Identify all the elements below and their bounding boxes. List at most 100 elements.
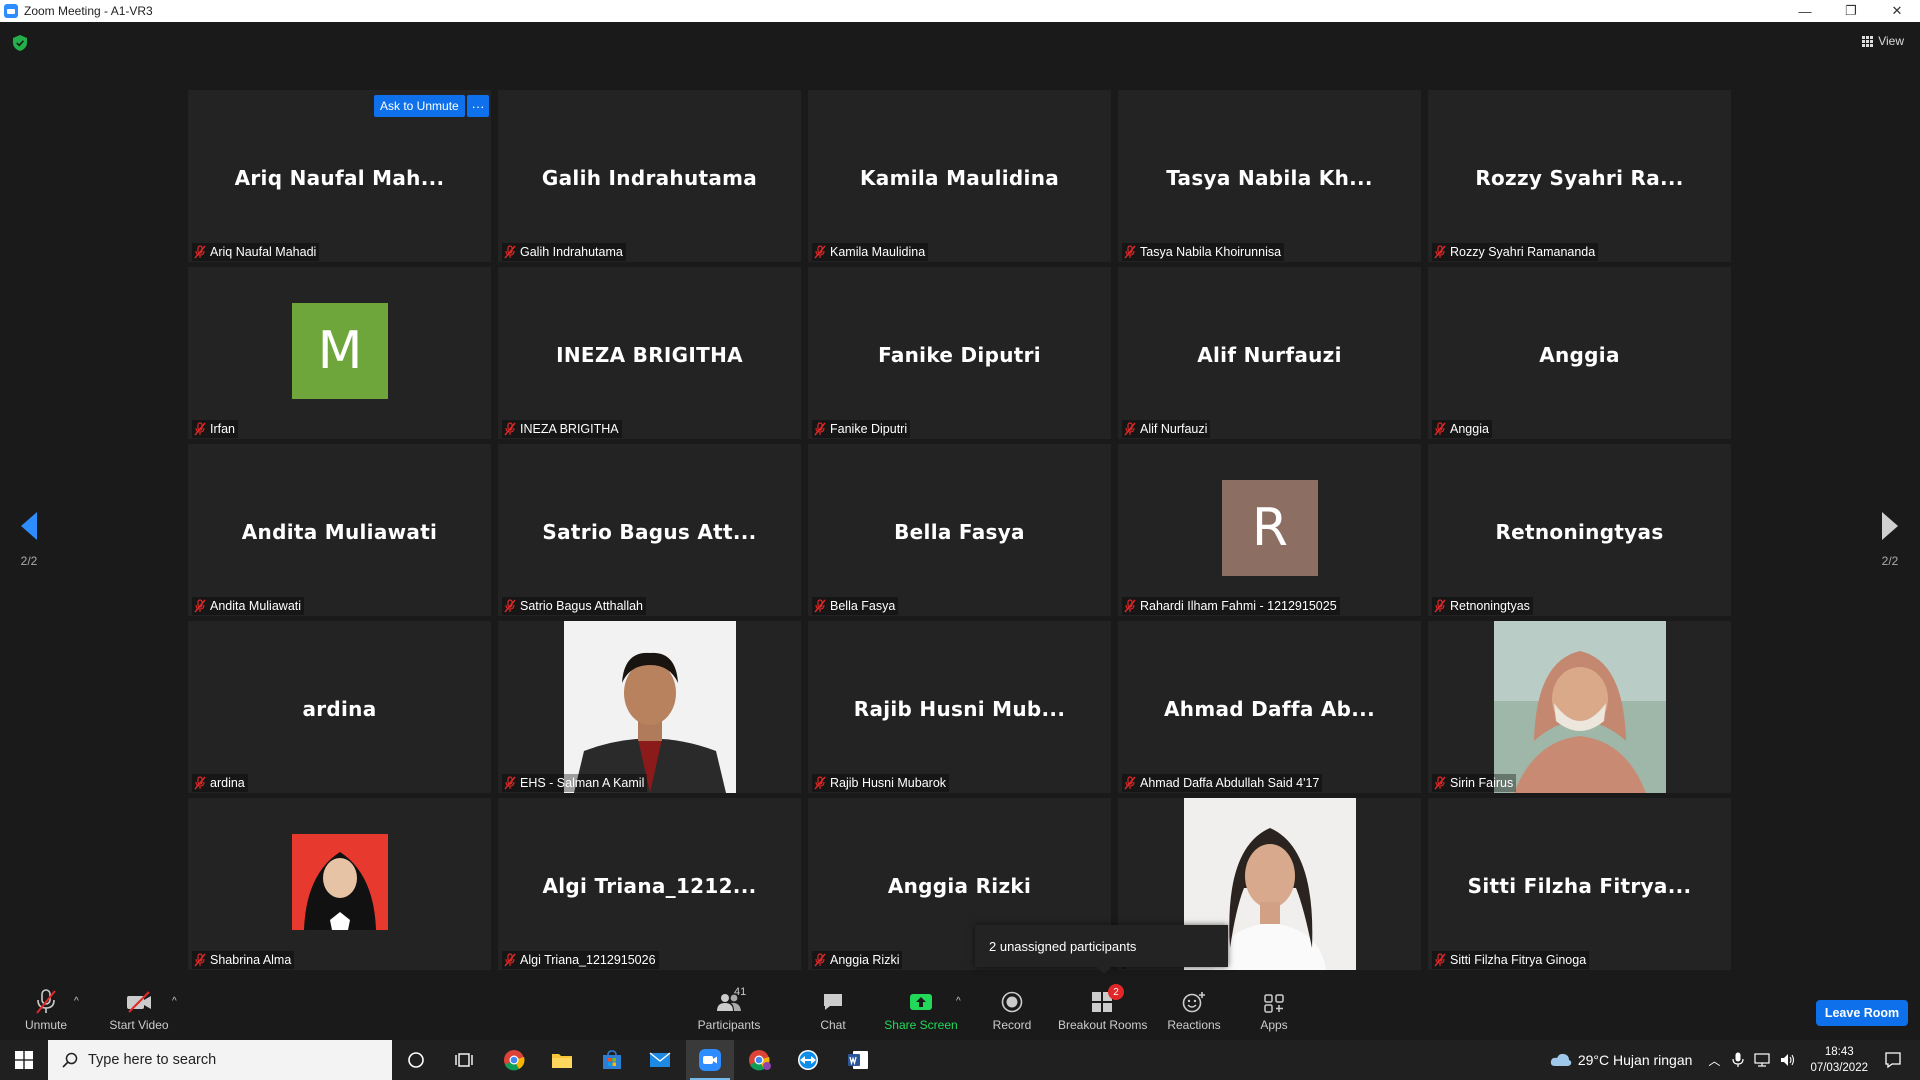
mail-icon[interactable]: [636, 1040, 684, 1080]
leave-room-button[interactable]: Leave Room: [1816, 1000, 1908, 1026]
participant-name: Rozzy Syahri Ramananda: [1450, 245, 1596, 259]
participant-name: Andita Muliawati: [210, 599, 302, 613]
chrome-icon[interactable]: [490, 1040, 538, 1080]
participant-tile[interactable]: Andita Muliawati Andita Muliawati: [188, 444, 491, 616]
reactions-button[interactable]: Reactions: [1164, 988, 1224, 1032]
participant-tile[interactable]: Sirin Fairus: [1428, 621, 1731, 793]
task-view-icon[interactable]: [440, 1040, 488, 1080]
more-options-button[interactable]: ···: [467, 95, 489, 117]
participant-tile[interactable]: INEZA BRIGITHA INEZA BRIGITHA: [498, 267, 801, 439]
start-button[interactable]: [0, 1040, 48, 1080]
word-icon[interactable]: [834, 1040, 882, 1080]
unmute-button[interactable]: Unmute: [18, 988, 74, 1032]
participant-name-label: Anggia: [1432, 420, 1492, 438]
participant-tile[interactable]: Fanike Diputri Fanike Diputri: [808, 267, 1111, 439]
reactions-label: Reactions: [1167, 1018, 1221, 1032]
gallery-view: Ariq Naufal Mah... Ariq Naufal Mahadi Ga…: [188, 90, 1733, 972]
share-screen-button[interactable]: Share Screen: [884, 988, 958, 1032]
participant-tile[interactable]: Tasya Nabila Kh... Tasya Nabila Khoirunn…: [1118, 90, 1421, 262]
view-button[interactable]: View: [1862, 34, 1904, 48]
arrow-right-icon: [1882, 512, 1898, 540]
breakout-rooms-label: Breakout Rooms: [1058, 1018, 1148, 1032]
shield-icon[interactable]: [13, 35, 27, 51]
muted-mic-icon: [504, 953, 516, 967]
participant-name-label: Bella Fasya: [812, 597, 899, 615]
minimize-button[interactable]: —: [1782, 0, 1828, 22]
zoom-app-icon: [4, 4, 18, 18]
chat-button[interactable]: Chat: [808, 988, 858, 1032]
participant-tile[interactable]: R Rahardi Ilham Fahmi - 1212915025: [1118, 444, 1421, 616]
participant-name: Sitti Filzha Fitrya Ginoga: [1450, 953, 1587, 967]
participant-display-name: Algi Triana_1212...: [542, 874, 757, 898]
teamviewer-icon[interactable]: [784, 1040, 832, 1080]
start-video-button[interactable]: Start Video: [104, 988, 174, 1032]
chevron-up-icon[interactable]: ︿: [1708, 1052, 1720, 1069]
participant-name: Rahardi Ilham Fahmi - 1212915025: [1140, 599, 1337, 613]
notification-icon[interactable]: [1884, 1051, 1902, 1069]
speaker-icon[interactable]: [1780, 1053, 1796, 1067]
participants-count: 41: [734, 986, 747, 998]
participant-tile[interactable]: Ahmad Daffa Ab... Ahmad Daffa Abdullah S…: [1118, 621, 1421, 793]
next-page-button[interactable]: 2/2: [1875, 512, 1905, 568]
share-options-caret[interactable]: ^: [956, 996, 961, 1007]
participant-tile[interactable]: Retnoningtyas Retnoningtyas: [1428, 444, 1731, 616]
participant-tile[interactable]: Alif Nurfauzi Alif Nurfauzi: [1118, 267, 1421, 439]
taskbar-clock[interactable]: 18:43 07/03/2022: [1810, 1044, 1868, 1076]
close-button[interactable]: ✕: [1874, 0, 1920, 22]
weather-cloud-icon[interactable]: [1550, 1052, 1572, 1068]
share-screen-label: Share Screen: [884, 1018, 958, 1032]
participant-tile[interactable]: Sitti Filzha Fitrya... Sitti Filzha Fitr…: [1428, 798, 1731, 970]
prev-page-button[interactable]: 2/2: [14, 512, 44, 568]
participant-name-label: Retnoningtyas: [1432, 597, 1533, 615]
breakout-rooms-button[interactable]: 2 Breakout Rooms: [1058, 984, 1148, 1032]
muted-mic-icon: [194, 776, 206, 790]
muted-mic-icon: [1434, 422, 1446, 436]
participant-name: Anggia Rizki: [830, 953, 900, 967]
participant-tile[interactable]: Rozzy Syahri Ra... Rozzy Syahri Ramanand…: [1428, 90, 1731, 262]
participant-tile[interactable]: Algi Triana_1212... Algi Triana_12129150…: [498, 798, 801, 970]
participant-display-name: Bella Fasya: [894, 520, 1025, 544]
participant-name: Shabrina Alma: [210, 953, 292, 967]
participant-tile[interactable]: ardina ardina: [188, 621, 491, 793]
cortana-icon[interactable]: [392, 1040, 440, 1080]
participants-icon: 41: [694, 986, 764, 1016]
zoom-taskbar-icon[interactable]: [686, 1040, 734, 1080]
network-icon[interactable]: [1754, 1053, 1771, 1067]
store-icon[interactable]: [588, 1040, 636, 1080]
participant-tile[interactable]: Shabrina Alma: [188, 798, 491, 970]
participant-tile[interactable]: EHS - Salman A Kamil: [498, 621, 801, 793]
participant-tile[interactable]: Anggia Anggia: [1428, 267, 1731, 439]
record-button[interactable]: Record: [986, 988, 1038, 1032]
ask-to-unmute-button[interactable]: Ask to Unmute: [374, 95, 465, 117]
participants-button[interactable]: 41 Participants: [694, 986, 764, 1032]
participant-tile[interactable]: M Irfan: [188, 267, 491, 439]
participant-name-label: EHS - Salman A Kamil: [502, 774, 648, 792]
muted-mic-icon: [1124, 245, 1136, 259]
chrome-profile-icon[interactable]: [736, 1040, 784, 1080]
restore-button[interactable]: ❐: [1828, 0, 1874, 22]
muted-mic-icon: [814, 599, 826, 613]
clock-date: 07/03/2022: [1810, 1062, 1868, 1074]
microphone-icon[interactable]: [1732, 1052, 1745, 1068]
muted-mic-icon: [504, 599, 516, 613]
taskbar-search[interactable]: Type here to search: [48, 1040, 392, 1080]
participant-tile[interactable]: Satrio Bagus Att... Satrio Bagus Atthall…: [498, 444, 801, 616]
participant-tile[interactable]: Kamila Maulidina Kamila Maulidina: [808, 90, 1111, 262]
weather-text[interactable]: 29°C Hujan ringan: [1578, 1052, 1693, 1068]
muted-mic-icon: [504, 422, 516, 436]
participant-display-name: Ahmad Daffa Ab...: [1164, 697, 1375, 721]
audio-options-caret[interactable]: ^: [74, 996, 79, 1007]
apps-button[interactable]: Apps: [1252, 988, 1296, 1032]
muted-mic-icon: [814, 422, 826, 436]
participants-label: Participants: [697, 1018, 761, 1032]
page-indicator-left: 2/2: [20, 554, 38, 568]
start-video-label: Start Video: [109, 1018, 169, 1032]
participant-tile[interactable]: Rajib Husni Mub... Rajib Husni Mubarok: [808, 621, 1111, 793]
participant-tile[interactable]: Bella Fasya Bella Fasya: [808, 444, 1111, 616]
participant-display-name: Ariq Naufal Mah...: [234, 166, 445, 190]
window-title: Zoom Meeting - A1-VR3: [24, 4, 153, 18]
file-explorer-icon[interactable]: [538, 1040, 586, 1080]
muted-mic-icon: [194, 422, 206, 436]
participant-tile[interactable]: Galih Indrahutama Galih Indrahutama: [498, 90, 801, 262]
video-options-caret[interactable]: ^: [172, 996, 177, 1007]
